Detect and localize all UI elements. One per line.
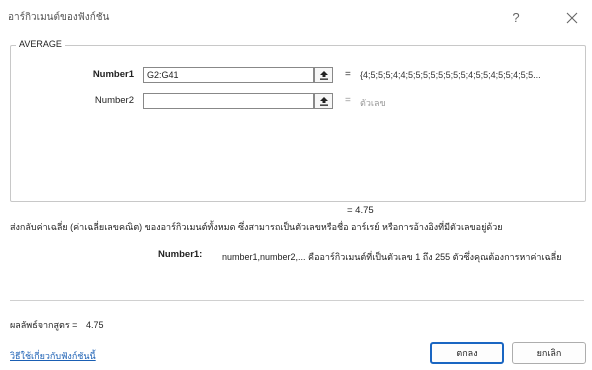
collapse-dialog-icon xyxy=(320,71,328,80)
formula-result: ผลลัพธ์จากสูตร = 4.75 xyxy=(10,318,103,332)
formula-result-label: ผลลัพธ์จากสูตร = xyxy=(10,320,78,330)
number2-collapse-button[interactable] xyxy=(314,93,333,109)
number1-input[interactable]: G2:G41 xyxy=(143,67,314,83)
close-icon xyxy=(566,12,578,24)
number1-result: {4;5;5;5;4;4;5;5;5;5;5;5;5;5;4;5;5;4;5;5… xyxy=(360,70,541,80)
dialog-title: อาร์กิวเมนต์ของฟังก์ชัน xyxy=(8,12,110,23)
help-button[interactable]: ? xyxy=(506,8,526,28)
number2-input[interactable] xyxy=(143,93,314,109)
number1-label: Number1 xyxy=(92,69,134,80)
close-button[interactable] xyxy=(562,8,582,28)
function-description: ส่งกลับค่าเฉลี่ย (ค่าเฉลี่ยเลขคณิต) ของอ… xyxy=(10,222,503,232)
collapse-dialog-icon xyxy=(320,97,328,106)
formula-result-value: 4.75 xyxy=(85,320,104,330)
title-bar: อาร์กิวเมนต์ของฟังก์ชัน ? xyxy=(0,0,592,34)
divider xyxy=(10,300,584,301)
number2-equals: = xyxy=(345,95,351,106)
argument-help-text: number1,number2,... คืออาร์กิวเมนต์ที่เป… xyxy=(222,252,562,262)
number2-result: ตัวเลข xyxy=(360,98,386,108)
function-name-label: AVERAGE xyxy=(16,39,65,49)
function-result: = 4.75 xyxy=(347,205,374,216)
cancel-button[interactable]: ยกเลิก xyxy=(512,342,586,364)
number1-collapse-button[interactable] xyxy=(314,67,333,83)
ok-button[interactable]: ตกลง xyxy=(430,342,504,364)
number2-label: Number2 xyxy=(94,95,134,106)
number1-equals: = xyxy=(345,69,351,80)
argument-help-name: Number1: xyxy=(158,249,203,260)
help-link[interactable]: วิธีใช้เกี่ยวกับฟังก์ชันนี้ xyxy=(10,349,96,363)
